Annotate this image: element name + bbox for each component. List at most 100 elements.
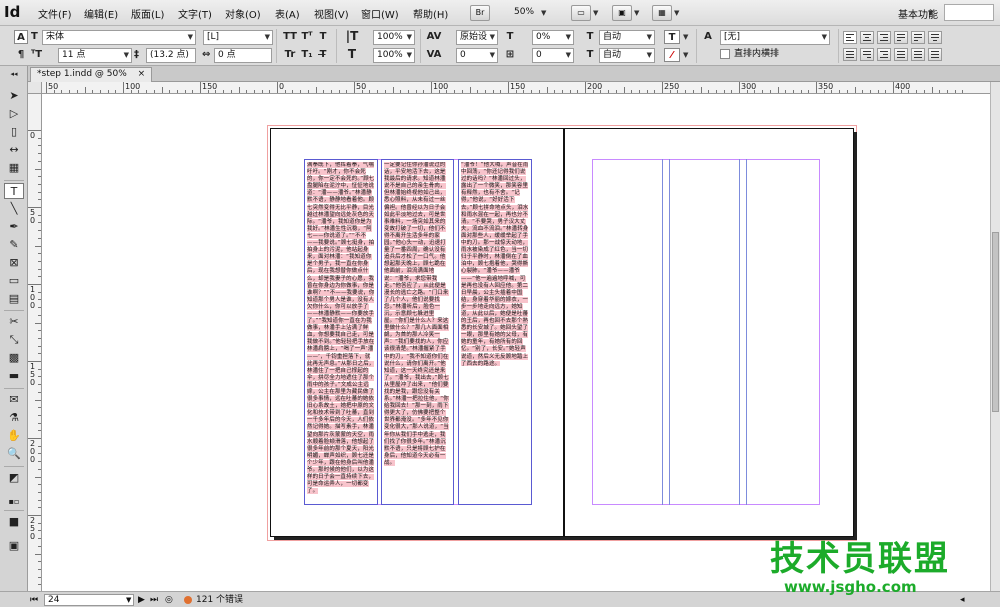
- vertical-ruler[interactable]: 0 5 0 1 0 0 1 5 0 2 0 0 2 5 0: [28, 94, 42, 591]
- close-icon[interactable]: ×: [138, 69, 146, 79]
- scrollbar-thumb[interactable]: [992, 232, 999, 412]
- strikethrough-icon[interactable]: T̶: [317, 48, 329, 61]
- text-frame-column-1[interactable]: 满拳既下，他挥着拳，气喘吁吁。“刚才，你不会死的，你一定不会死的。”顾七盘腿陷在…: [304, 159, 378, 505]
- tate-chu-yoko-checkbox[interactable]: [720, 49, 730, 59]
- rectangle-tool-icon[interactable]: ▭: [4, 273, 24, 289]
- page-number-field[interactable]: 24: [44, 594, 134, 606]
- content-collector-icon[interactable]: ▦: [4, 160, 24, 176]
- menu-window[interactable]: 窗口(W): [361, 6, 399, 21]
- note-tool-icon[interactable]: ✉: [4, 392, 24, 408]
- baseline-field[interactable]: 0% ▼: [532, 30, 574, 45]
- pencil-tool-icon[interactable]: ✎: [4, 237, 24, 253]
- ruler-origin[interactable]: [28, 82, 42, 94]
- horizontal-scale-field[interactable]: 100% ▼: [373, 48, 415, 63]
- line-tool-icon[interactable]: ╲: [4, 201, 24, 217]
- chevron-down-icon[interactable]: ▼: [683, 51, 688, 59]
- font-style-field[interactable]: [L] ▼: [203, 30, 273, 45]
- menu-edit[interactable]: 编辑(E): [84, 6, 118, 21]
- menu-table[interactable]: 表(A): [275, 6, 300, 21]
- chevron-down-icon[interactable]: ▼: [674, 9, 679, 17]
- search-input[interactable]: [944, 4, 994, 21]
- gradient-swatch-tool-icon[interactable]: ▩: [4, 350, 24, 366]
- bullets-button[interactable]: [911, 48, 925, 61]
- table-tool-icon[interactable]: ▤: [4, 291, 24, 307]
- leading-field[interactable]: (13.2 点): [146, 48, 196, 63]
- skew-field[interactable]: 0 ▼: [532, 48, 574, 63]
- apply-color-icon[interactable]: ▪▫: [4, 494, 24, 506]
- justify-right-button[interactable]: [860, 48, 874, 61]
- screen-mode-icon[interactable]: ▣: [612, 5, 632, 21]
- menu-layout[interactable]: 版面(L): [131, 6, 164, 21]
- auto-field-1[interactable]: 自动 ▼: [599, 30, 655, 45]
- all-caps-icon[interactable]: TT: [282, 30, 298, 43]
- tracking-point-field[interactable]: 0 点: [214, 48, 272, 63]
- open-document-icon[interactable]: ◎: [165, 594, 173, 606]
- align-away-spine-button[interactable]: [877, 48, 891, 61]
- paragraph-mode-icon[interactable]: ¶: [14, 48, 28, 61]
- auto-field-2[interactable]: 自动 ▼: [599, 48, 655, 63]
- view-options-icon[interactable]: ▭: [571, 5, 591, 21]
- justify-full-button[interactable]: [894, 48, 908, 61]
- chevron-down-icon[interactable]: ▼: [634, 9, 639, 17]
- font-family-field[interactable]: 宋体 ▼: [42, 30, 196, 45]
- underline-icon[interactable]: T: [317, 30, 329, 43]
- last-page-icon[interactable]: ⏭: [150, 594, 158, 606]
- collapse-panel-icon[interactable]: ◂◂: [4, 70, 24, 78]
- menu-view[interactable]: 视图(V): [314, 6, 349, 21]
- zoom-tool-icon[interactable]: 🔍: [4, 446, 24, 462]
- normal-view-icon[interactable]: ■: [4, 514, 24, 530]
- vertical-scrollbar[interactable]: [990, 82, 1000, 591]
- rectangle-frame-tool-icon[interactable]: ⊠: [4, 255, 24, 271]
- workspace-dropdown-icon[interactable]: ▼: [928, 9, 933, 17]
- bridge-button[interactable]: Br: [470, 5, 490, 21]
- stroke-color-icon[interactable]: ⁄: [664, 48, 680, 62]
- menu-object[interactable]: 对象(O): [225, 6, 261, 21]
- character-style-field[interactable]: [无] ▼: [720, 30, 830, 45]
- character-mode-icon[interactable]: A: [14, 30, 28, 44]
- tracking-field[interactable]: 0 ▼: [456, 48, 498, 63]
- chevron-down-icon[interactable]: ▼: [593, 9, 598, 17]
- arrange-documents-icon[interactable]: ▦: [652, 5, 672, 21]
- text-frame-column-3[interactable]: “潘爷！”他大喊，声音在雨中回荡，“你还记得我们说过的话吗？”林潘回过头，露出了…: [458, 159, 532, 505]
- justify-center-button[interactable]: [928, 31, 942, 44]
- type-tool-icon[interactable]: T: [4, 183, 24, 199]
- align-center-button[interactable]: [860, 31, 874, 44]
- document-tab[interactable]: *step 1.indd @ 50% ×: [30, 67, 153, 82]
- zoom-dropdown-icon[interactable]: ▼: [541, 9, 546, 17]
- justify-left-button[interactable]: [911, 31, 925, 44]
- numbering-button[interactable]: [928, 48, 942, 61]
- fill-stroke-swatch-icon[interactable]: ◩: [4, 470, 24, 490]
- menu-help[interactable]: 帮助(H): [413, 6, 448, 21]
- page-tool-icon[interactable]: ▯: [4, 124, 24, 140]
- menu-type[interactable]: 文字(T): [178, 6, 212, 21]
- gap-tool-icon[interactable]: ↔: [4, 142, 24, 158]
- align-left-button[interactable]: [843, 31, 857, 44]
- horizontal-ruler[interactable]: 50 100 150 0 50 100 150 200 250 300 350 400: [42, 82, 990, 94]
- align-towards-spine-button[interactable]: [894, 31, 908, 44]
- vertical-scale-field[interactable]: 100% ▼: [373, 30, 415, 45]
- gradient-feather-tool-icon[interactable]: ▬: [4, 368, 24, 384]
- small-caps-icon[interactable]: Tr: [282, 48, 298, 61]
- selection-tool-icon[interactable]: ➤: [4, 88, 24, 104]
- kerning-field[interactable]: 原始设 ▼: [456, 30, 498, 45]
- preflight-errors[interactable]: 121 个错误: [196, 594, 243, 606]
- zoom-level[interactable]: 50%: [514, 7, 534, 17]
- font-size-field[interactable]: 11 点 ▼: [58, 48, 132, 63]
- direct-selection-tool-icon[interactable]: ▷: [4, 106, 24, 122]
- pasteboard[interactable]: 满拳既下，他挥着拳，气喘吁吁。“刚才，你不会死的，你一定不会死的。”顾七盘腿陷在…: [42, 94, 990, 591]
- menu-file[interactable]: 文件(F): [38, 6, 72, 21]
- subscript-icon[interactable]: T₁: [300, 48, 314, 61]
- page-dropdown-icon[interactable]: ▼: [126, 594, 131, 606]
- eyedropper-tool-icon[interactable]: ⚗: [4, 410, 24, 426]
- pen-tool-icon[interactable]: ✒: [4, 219, 24, 235]
- hand-tool-icon[interactable]: ✋: [4, 428, 24, 444]
- scissors-tool-icon[interactable]: ✂: [4, 314, 24, 330]
- next-page-icon[interactable]: ▶: [138, 594, 145, 606]
- align-right-button[interactable]: [877, 31, 891, 44]
- fill-color-icon[interactable]: T: [664, 30, 680, 44]
- text-frame-column-2[interactable]: 一定要记住你孙潘说过的话，平安地活下去，这是我最后的请求。知道林潘说不是自己的亲…: [381, 159, 454, 505]
- first-page-icon[interactable]: ⏮: [30, 594, 38, 606]
- justify-all-button[interactable]: [843, 48, 857, 61]
- preview-mode-icon[interactable]: ▣: [4, 538, 24, 554]
- chevron-down-icon[interactable]: ▼: [683, 33, 688, 41]
